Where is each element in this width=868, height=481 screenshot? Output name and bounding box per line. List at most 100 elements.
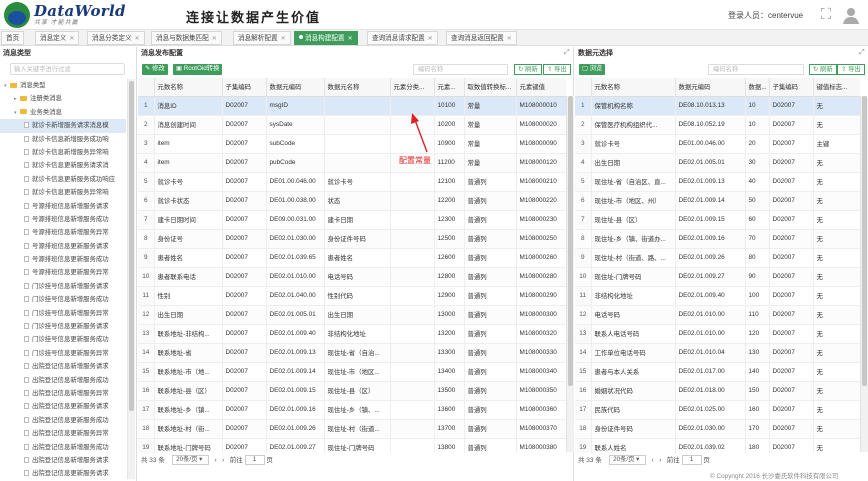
table-row[interactable]: 13 联系人电话号码 DE02.01.010.00 120 D02007 无 — [575, 324, 860, 344]
tree-node[interactable]: 就诊卡新增服务请求消息模 — [0, 119, 126, 133]
tree-scroll-thumb[interactable] — [129, 81, 134, 411]
table-row[interactable]: 15 患者与本人关系 DE02.01.017.00 140 D02007 无 — [575, 362, 860, 382]
mid-next-button[interactable]: › — [222, 457, 224, 464]
table-row[interactable]: 1 保管机构名称 DE08.10.013.13 10 D02007 无 — [575, 96, 860, 116]
tab-5[interactable]: 消息构建配置 ✕ — [294, 31, 358, 45]
table-row[interactable]: 12 电话号码 DE02.01.010.00 110 D02007 无 — [575, 305, 860, 325]
edit-button[interactable]: ✎ 修改 — [142, 64, 168, 75]
mid-prev-button[interactable]: ‹ — [215, 457, 217, 464]
table-row[interactable]: 16 婚姻状况代码 DE02.01.018.00 150 D02007 无 — [575, 381, 860, 401]
tree-filter-input[interactable]: 输入关键字进行过滤 — [10, 63, 125, 75]
column-header[interactable]: 键值标志... — [813, 78, 860, 97]
column-header[interactable] — [575, 78, 592, 97]
mid-export-button[interactable]: ⇧ 导出 — [543, 64, 571, 75]
tree-node[interactable]: 门诊挂号信息新增服务成功 — [0, 293, 126, 306]
tree-node[interactable]: 出院登记信息新增服务请求 — [0, 454, 126, 467]
column-header[interactable]: 子集编码 — [769, 78, 814, 97]
tab-6[interactable]: 查询消息请求配置 ✕ — [367, 31, 438, 45]
tree-node[interactable]: 出院登记信息更新服务请求 — [0, 400, 126, 413]
tree-node[interactable]: ▸ 注册类消息 — [0, 92, 126, 105]
right-search-input[interactable]: 编码名称 — [708, 64, 804, 75]
tree-node[interactable]: 出院登记信息新增服务异常 — [0, 387, 126, 400]
tab-7[interactable]: 查询消息返回配置 ✕ — [446, 31, 517, 45]
column-header[interactable]: 数据元编码 — [675, 78, 746, 97]
tree-node[interactable]: 门诊挂号信息更新服务请求 — [0, 320, 126, 333]
tree-node[interactable]: 出院登记信息新增服务成功 — [0, 441, 126, 454]
tree-node[interactable]: 门诊挂号信息新增服务异常 — [0, 307, 126, 320]
tab-3[interactable]: 消息与数据集匹配 ✕ — [151, 31, 222, 45]
tree-node[interactable]: 就诊卡信息新增服务成功响 — [0, 133, 126, 146]
table-row[interactable]: 7 现住址-县（区） DE02.01.009.15 60 D02007 无 — [575, 210, 860, 230]
table-row[interactable]: 3 item D02007 subCode 10900 常量 M108000090 — [138, 134, 566, 154]
right-page-size-select[interactable]: 20条/页 ▾ — [609, 455, 647, 466]
close-tab-icon[interactable]: ✕ — [135, 36, 140, 42]
right-prev-button[interactable]: ‹ — [652, 457, 654, 464]
right-next-button[interactable]: › — [659, 457, 661, 464]
column-header[interactable]: 取数值转换标... — [464, 78, 517, 97]
tree-node[interactable]: 门诊挂号信息更新服务异常 — [0, 347, 126, 360]
table-row[interactable]: 9 患者姓名 D02007 DE02.01.039.65 患者姓名 12600 普通列 M10… — [138, 248, 566, 268]
table-row[interactable]: 14 工作单位电话号码 DE02.01.010.04 130 D02007 无 — [575, 343, 860, 363]
mid-table-scrollbar[interactable] — [566, 96, 574, 452]
tab-0[interactable]: 首页 — [1, 31, 25, 45]
tree-node[interactable]: 号源排班信息更新服务异常 — [0, 266, 126, 279]
tree-node[interactable]: 号源排班信息新增服务异常 — [0, 226, 126, 239]
column-header[interactable]: 元数名称 — [591, 78, 676, 97]
table-row[interactable]: 17 民族代码 DE02.01.025.00 160 D02007 无 — [575, 400, 860, 420]
tree-node[interactable]: 出院登记信息新增服务成功 — [0, 374, 126, 387]
right-page-input[interactable]: 1 — [681, 455, 702, 466]
tree-node[interactable]: 号源排班信息新增服务成功 — [0, 213, 126, 226]
close-tab-icon[interactable]: ✕ — [212, 36, 217, 42]
table-row[interactable]: 8 现住址-乡（镇、街道办... DE02.01.009.16 70 D02007 无 — [575, 229, 860, 249]
tree-scrollbar[interactable] — [127, 79, 135, 479]
right-export-button[interactable]: ⇧ 导出 — [837, 64, 865, 75]
tree-node[interactable]: 门诊挂号信息新增服务请求 — [0, 280, 126, 293]
mid-page-size-select[interactable]: 20条/页 ▾ — [172, 455, 210, 466]
close-tab-icon[interactable]: ✕ — [507, 36, 512, 42]
tree-node[interactable]: 出院登记信息更新服务异常 — [0, 427, 126, 440]
mid-page-input[interactable]: 1 — [244, 455, 265, 466]
table-row[interactable]: 6 就诊卡状态 D02007 DE01.00.038.00 状态 12200 普通列 M108… — [138, 191, 566, 211]
tree-node[interactable]: ▾ 业务类消息 — [0, 106, 126, 119]
table-row[interactable]: 10 患者联系电话 D02007 DE02.01.010.00 电话号码 12800 普通列… — [138, 267, 566, 287]
table-row[interactable]: 15 联系地址-市（地... D02007 DE02.01.009.14 现住址-市（地… — [138, 362, 566, 382]
table-row[interactable]: 12 出生日期 D02007 DE02.01.005.01 出生日期 13000 普通列 M1… — [138, 305, 566, 325]
close-tab-icon[interactable]: ✕ — [69, 36, 74, 42]
tree-node[interactable]: 出院登记信息更新服务请求 — [0, 467, 126, 480]
tree-node[interactable]: 出院登记信息新增服务请求 — [0, 360, 126, 373]
table-row[interactable]: 18 身份证件号码 DE02.01.030.00 170 D02007 无 — [575, 419, 860, 439]
tab-4[interactable]: 消息解析配置 ✕ — [233, 31, 291, 45]
maximize-icon[interactable]: ⤢ — [564, 49, 570, 57]
mid-refresh-button[interactable]: ↻ 刷新 — [514, 64, 542, 75]
right-scroll-thumb[interactable] — [862, 96, 867, 386]
table-row[interactable]: 8 身份证号 D02007 DE02.01.030.00 身份证件号码 12500 普通列 M… — [138, 229, 566, 249]
tree-node[interactable]: 号源排班信息新增服务请求 — [0, 200, 126, 213]
table-row[interactable]: 16 联系地址-县（区） D02007 DE02.01.009.15 现住址-县（区） 1… — [138, 381, 566, 401]
browse-button[interactable]: ▢ 浏览 — [579, 64, 606, 75]
table-row[interactable]: 7 建卡日期时间 D02007 DE09.00.031.00 建卡日期 12300 普通列 M… — [138, 210, 566, 230]
rootoid-convert-button[interactable]: ▣ RootOid转换 — [173, 64, 223, 75]
table-row[interactable]: 2 保管医疗机构组织代... DE08.10.052.19 10 D02007 无 — [575, 115, 860, 135]
table-row[interactable]: 18 联系地址-村（街... D02007 DE02.01.009.26 现住址-村（街… — [138, 419, 566, 439]
tree-node[interactable]: 号源排班信息更新服务请求 — [0, 240, 126, 253]
table-row[interactable]: 4 item D02007 pubCode 11200 常量 M108000120 — [138, 153, 566, 173]
column-header[interactable]: 数据元编码 — [266, 78, 325, 97]
tree-node[interactable]: 号源排班信息更新服务成功 — [0, 253, 126, 266]
tree-node[interactable]: 就诊卡信息更新服务成功响应 — [0, 173, 126, 186]
user-icon[interactable] — [842, 6, 860, 24]
mid-search-input[interactable]: 编码名称 — [413, 64, 508, 75]
fullscreen-icon[interactable]: ⛶ — [817, 6, 835, 24]
table-row[interactable]: 11 性别 D02007 DE02.01.040.00 性别代码 12900 普通列 M108… — [138, 286, 566, 306]
table-row[interactable]: 6 现住址-市（地区、州） DE02.01.009.14 50 D02007 无 — [575, 191, 860, 211]
tree-node[interactable]: 门诊挂号信息更新服务成功 — [0, 333, 126, 346]
column-header[interactable]: 元素... — [434, 78, 465, 97]
column-header[interactable]: 元素分类... — [390, 78, 435, 97]
mid-scroll-thumb[interactable] — [568, 96, 573, 386]
column-header[interactable] — [138, 78, 155, 97]
tree-node[interactable]: 就诊卡信息新增服务异常响 — [0, 146, 126, 159]
column-header[interactable]: 元素键值 — [516, 78, 566, 97]
tree-node[interactable]: 就诊卡信息更新服务异常响 — [0, 186, 126, 199]
table-row[interactable]: 19 联系地址-门牌号码 D02007 DE02.01.009.27 现住址-门牌号码 1… — [138, 438, 566, 453]
table-row[interactable]: 4 出生日期 DE02.01.005.01 30 D02007 无 — [575, 153, 860, 173]
table-row[interactable]: 13 联系地址-非结构... D02007 DE02.01.009.40 非结构化地址 1… — [138, 324, 566, 344]
